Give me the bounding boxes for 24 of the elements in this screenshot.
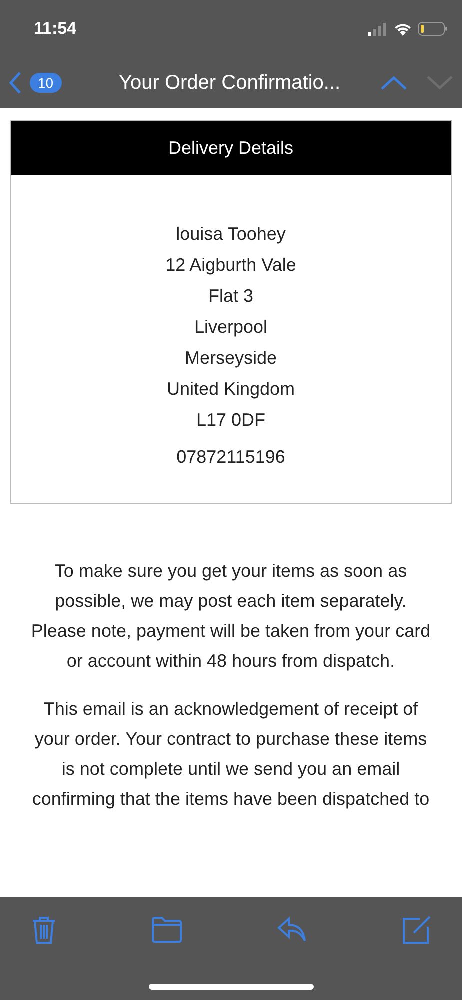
body-paragraph: This email is an acknowledgement of receipt of your order. Your contract to purchase these items is not complete until we send you an email confirming that the items have been dispatched to [31, 698, 431, 811]
address-line: Merseyside [184, 347, 278, 370]
home-indicator[interactable] [149, 984, 314, 990]
body-paragraph: To make sure you get your items as soon as possible, we may post each item separately. Please note, payment will be taken from your card or account within 48 hours from dispatch. [30, 560, 432, 673]
wifi-icon [394, 22, 412, 36]
previous-chevron-icon[interactable] [380, 75, 408, 91]
address-line: louisa Toohey [176, 223, 286, 246]
address-line: United Kingdom [166, 378, 296, 401]
trash-icon[interactable] [32, 916, 56, 944]
address-line: Flat 3 [208, 285, 254, 308]
battery-icon [418, 22, 448, 36]
delivery-details-header: Delivery Details [11, 121, 451, 175]
email-subject-title: Your Order Confirmatio... [118, 72, 342, 94]
address-line: Liverpool [194, 316, 268, 339]
address-line: 12 Aigburth Vale [166, 254, 296, 277]
signal-icon [368, 22, 388, 36]
address-line: L17 0DF [196, 409, 266, 432]
back-chevron-icon[interactable] [8, 71, 22, 95]
clock-time: 11:54 [34, 19, 77, 39]
folder-icon[interactable] [150, 917, 183, 943]
phone-number: 07872115196 [176, 446, 286, 469]
compose-icon[interactable] [402, 915, 432, 945]
reply-arrow-icon[interactable] [277, 917, 308, 943]
unread-count-badge[interactable]: 10 [30, 73, 62, 93]
